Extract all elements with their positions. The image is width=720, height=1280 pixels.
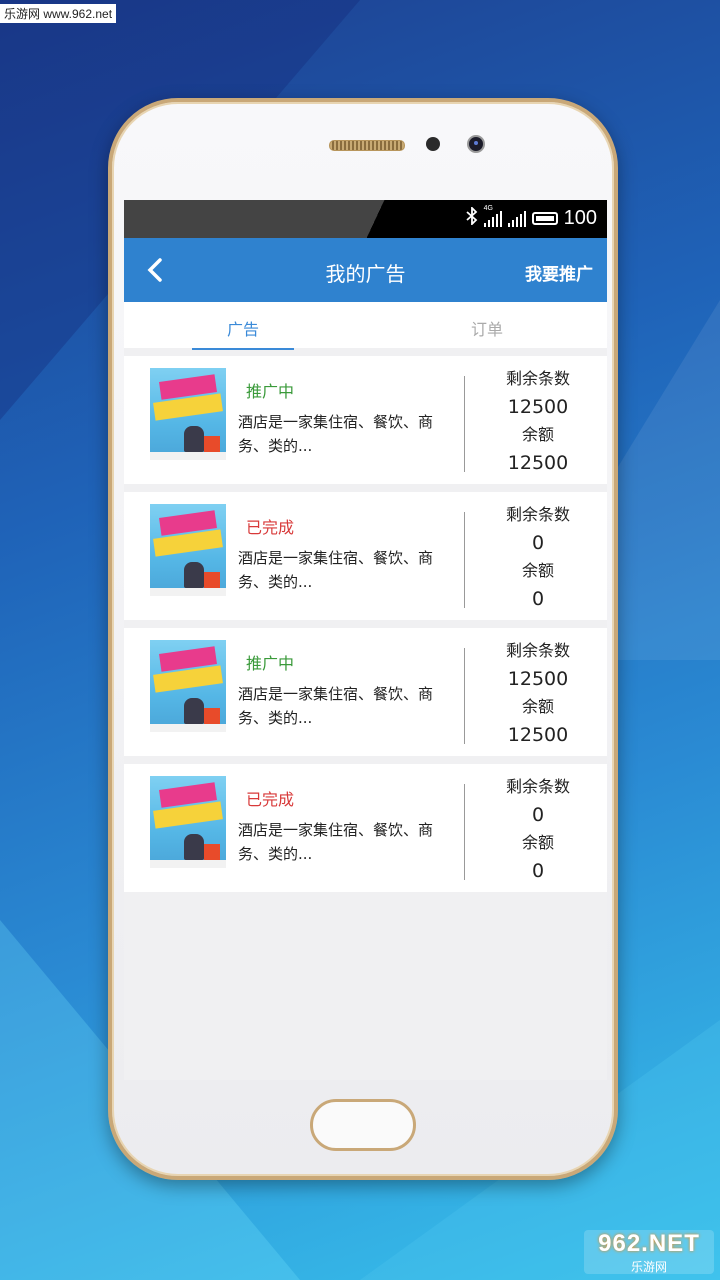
proximity-sensor	[426, 137, 440, 151]
bluetooth-icon	[466, 205, 478, 230]
ad-status: 已完成	[246, 518, 295, 537]
watermark-logo-text: 962.NET	[598, 1229, 700, 1257]
nav-bar: 我的广告 我要推广	[124, 238, 607, 302]
balance-value: 12500	[507, 724, 569, 746]
watermark-top: 乐游网 www.962.net	[0, 4, 117, 23]
ad-stats: 剩余条数 0 余额 0	[482, 502, 594, 614]
ad-thumbnail	[150, 776, 226, 868]
remaining-value: 0	[531, 532, 545, 554]
ad-status: 推广中	[246, 382, 295, 401]
remaining-value: 12500	[507, 396, 569, 418]
balance-label: 余额	[521, 697, 554, 716]
ad-stats: 剩余条数 12500 余额 12500	[482, 638, 594, 750]
remaining-value: 0	[531, 804, 545, 826]
divider	[464, 376, 465, 472]
cellular-signal-icon: 4G	[483, 205, 502, 227]
ad-description: 酒店是一家集住宿、餐饮、商务、类的...	[238, 821, 434, 863]
promote-button[interactable]: 我要推广	[525, 260, 593, 285]
ad-description: 酒店是一家集住宿、餐饮、商务、类的...	[238, 549, 434, 591]
balance-label: 余额	[521, 561, 554, 580]
tab-ads[interactable]: 广告	[192, 316, 294, 350]
ad-thumbnail	[150, 504, 226, 596]
remaining-value: 12500	[507, 668, 569, 690]
phone-frame: 4G 100 我的广告 我要推广 广告 订单 推广中 酒店是一家集住宿、餐饮、商…	[108, 98, 618, 1180]
balance-label: 余额	[521, 833, 554, 852]
balance-value: 0	[531, 588, 545, 610]
remaining-label: 剩余条数	[505, 505, 570, 524]
balance-value: 12500	[507, 452, 569, 474]
tab-bar: 广告 订单	[124, 302, 607, 350]
ad-status: 已完成	[246, 790, 295, 809]
cellular-signal-icon	[507, 210, 526, 227]
ad-card[interactable]: 推广中 酒店是一家集住宿、餐饮、商务、类的... 剩余条数 12500 余额 1…	[124, 628, 607, 756]
divider	[464, 648, 465, 744]
tab-orders[interactable]: 订单	[442, 316, 532, 340]
balance-label: 余额	[521, 425, 554, 444]
remaining-label: 剩余条数	[505, 369, 570, 388]
balance-value: 0	[531, 860, 545, 882]
app-screen: 4G 100 我的广告 我要推广 广告 订单 推广中 酒店是一家集住宿、餐饮、商…	[124, 200, 607, 1080]
remaining-label: 剩余条数	[505, 777, 570, 796]
battery-percent: 100	[563, 207, 597, 229]
watermark-sub: 乐游网	[630, 1259, 667, 1274]
ad-card[interactable]: 已完成 酒店是一家集住宿、餐饮、商务、类的... 剩余条数 0 余额 0	[124, 492, 607, 620]
status-bar: 4G 100	[124, 200, 607, 238]
ad-thumbnail	[150, 640, 226, 732]
ad-thumbnail	[150, 368, 226, 460]
ad-card[interactable]: 已完成 酒店是一家集住宿、餐饮、商务、类的... 剩余条数 0 余额 0	[124, 764, 607, 892]
battery-icon	[531, 212, 558, 225]
ad-description: 酒店是一家集住宿、餐饮、商务、类的...	[238, 685, 434, 727]
home-button[interactable]	[310, 1099, 416, 1151]
front-camera-icon	[467, 135, 485, 153]
speaker-grille	[329, 140, 405, 151]
divider	[464, 512, 465, 608]
ad-status: 推广中	[246, 654, 295, 673]
ad-stats: 剩余条数 12500 余额 12500	[482, 366, 594, 478]
remaining-label: 剩余条数	[505, 641, 570, 660]
divider	[464, 784, 465, 880]
watermark-logo: 962.NET 乐游网	[584, 1230, 714, 1274]
ad-card[interactable]: 推广中 酒店是一家集住宿、餐饮、商务、类的... 剩余条数 12500 余额 1…	[124, 356, 607, 484]
ad-list: 推广中 酒店是一家集住宿、餐饮、商务、类的... 剩余条数 12500 余额 1…	[124, 356, 607, 900]
ad-stats: 剩余条数 0 余额 0	[482, 774, 594, 886]
ad-description: 酒店是一家集住宿、餐饮、商务、类的...	[238, 413, 434, 455]
